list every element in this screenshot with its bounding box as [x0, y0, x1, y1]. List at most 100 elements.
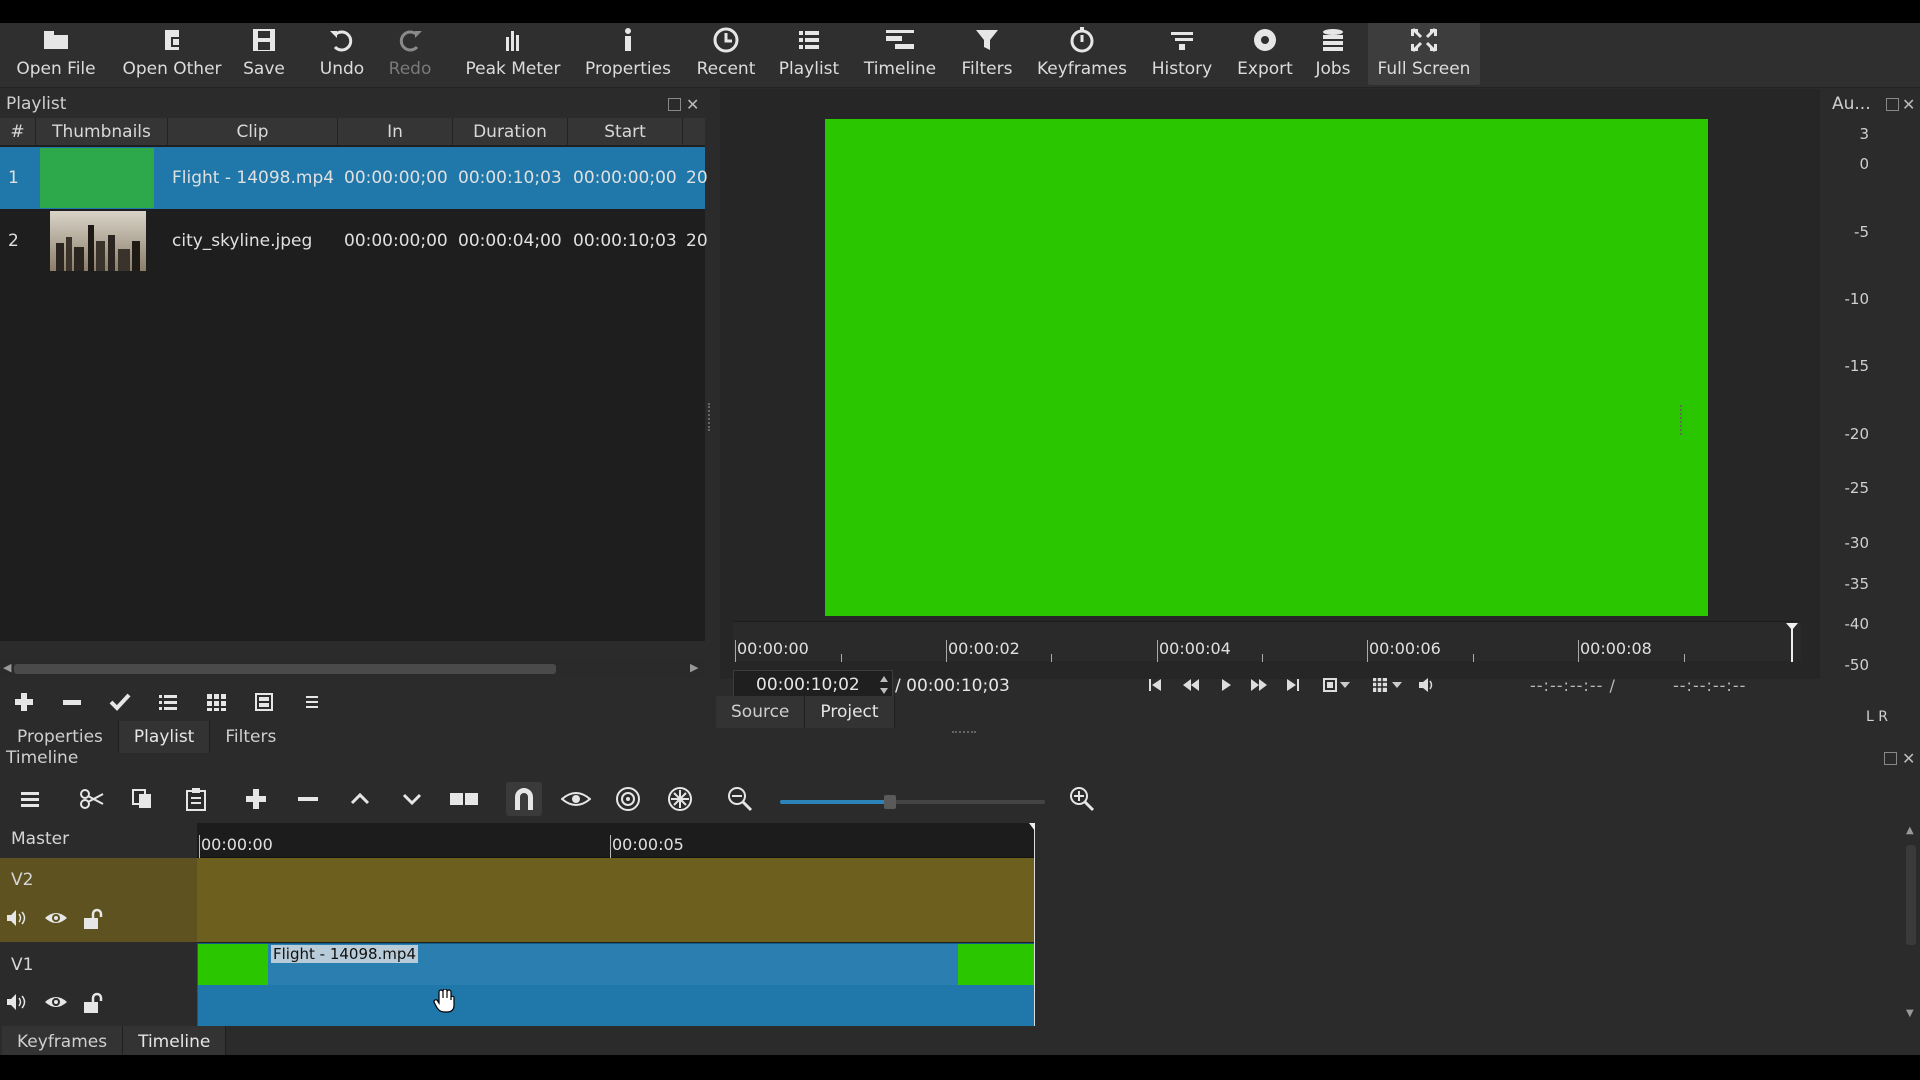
ripple-all-tracks-button[interactable]	[662, 782, 698, 816]
close-panel-icon[interactable]: ✕	[1902, 749, 1915, 768]
player-scrub-ruler[interactable]: 00:00:00 00:00:02 00:00:04 00:00:06 00:0…	[733, 621, 1801, 661]
zoom-out-button[interactable]	[722, 782, 758, 816]
details-view-button[interactable]	[144, 684, 192, 720]
timeline-ruler[interactable]: 00:00:00 00:00:05	[197, 823, 1035, 858]
lock-icon[interactable]	[82, 992, 104, 1014]
tab-project[interactable]: Project	[804, 696, 894, 728]
skip-end-icon[interactable]	[1286, 678, 1300, 692]
ripple-delete-button[interactable]	[290, 782, 326, 816]
col-thumbnails[interactable]: Thumbnails	[36, 118, 168, 146]
keyframes-button[interactable]: Keyframes	[1034, 23, 1130, 85]
track-header-v1[interactable]: V1	[0, 943, 197, 1026]
timeline-clip-waveform[interactable]	[198, 985, 1034, 1026]
filters-button[interactable]: Filters	[956, 23, 1018, 85]
save-button[interactable]: Save	[238, 23, 290, 85]
col-duration[interactable]: Duration	[453, 118, 568, 146]
eye-icon[interactable]	[44, 992, 68, 1012]
undo-button[interactable]: Undo	[312, 23, 372, 85]
splitter-handle[interactable]	[1680, 405, 1684, 435]
row-in: 00:00:00;00	[344, 210, 448, 272]
track-v2[interactable]	[197, 858, 1035, 942]
lock-icon[interactable]	[82, 908, 104, 930]
scrub-button[interactable]	[558, 782, 594, 816]
timeline-empty-area[interactable]	[1035, 823, 1905, 1026]
lift-button[interactable]	[342, 782, 378, 816]
splitter-handle[interactable]	[952, 731, 976, 733]
chevron-down-icon[interactable]	[1392, 682, 1402, 690]
zoom-fit-icon[interactable]	[1322, 677, 1338, 693]
ripple-button[interactable]	[610, 782, 646, 816]
remove-button[interactable]	[48, 684, 96, 720]
full-screen-button[interactable]: Full Screen	[1368, 23, 1480, 85]
skip-start-icon[interactable]	[1148, 678, 1162, 692]
time-spinner-icon[interactable]	[878, 674, 890, 696]
close-panel-icon[interactable]: ✕	[686, 95, 699, 114]
track-header-v2[interactable]: V2	[0, 858, 197, 942]
track-header-master[interactable]: Master	[0, 823, 197, 858]
grid-overlay-icon[interactable]	[1372, 677, 1388, 693]
copy-button[interactable]	[124, 782, 160, 816]
playlist-menu-button[interactable]	[288, 684, 336, 720]
col-clip[interactable]: Clip	[168, 118, 338, 146]
player-playhead[interactable]	[1785, 622, 1799, 662]
redo-button[interactable]: Redo	[382, 23, 438, 85]
eye-icon[interactable]	[44, 908, 68, 928]
snap-button[interactable]	[506, 782, 542, 816]
zoom-in-button[interactable]	[1064, 782, 1100, 816]
overwrite-button[interactable]	[394, 782, 430, 816]
tab-timeline[interactable]: Timeline	[122, 1026, 226, 1055]
tab-source[interactable]: Source	[716, 696, 804, 728]
tab-keyframes[interactable]: Keyframes	[2, 1026, 122, 1055]
video-preview[interactable]	[825, 119, 1708, 616]
history-button[interactable]: History	[1146, 23, 1218, 85]
col-in[interactable]: In	[338, 118, 453, 146]
paste-button[interactable]	[178, 782, 214, 816]
scroll-up-icon[interactable]: ▲	[1906, 825, 1914, 836]
peak-meter-button[interactable]: Peak Meter	[458, 23, 568, 85]
split-button[interactable]	[446, 782, 482, 816]
cut-button[interactable]	[74, 782, 110, 816]
play-icon[interactable]	[1220, 678, 1232, 692]
playlist-horizontal-scrollbar[interactable]: ◀ ▶	[0, 661, 705, 677]
icons-view-button[interactable]	[240, 684, 288, 720]
append-button[interactable]	[238, 782, 274, 816]
undock-icon[interactable]	[1884, 752, 1897, 765]
timeline-button[interactable]: Timeline	[858, 23, 942, 85]
undock-icon[interactable]	[668, 98, 681, 111]
split-icon	[449, 788, 479, 810]
timeline-menu-button[interactable]	[12, 782, 48, 816]
mute-icon[interactable]	[6, 908, 30, 928]
properties-button[interactable]: Properties	[580, 23, 676, 85]
zoom-slider[interactable]	[780, 800, 1045, 804]
playlist-button[interactable]: Playlist	[772, 23, 846, 85]
update-button[interactable]	[96, 684, 144, 720]
playlist-row[interactable]: 1 Flight - 14098.mp4 00:00:00;00 00:00:1…	[0, 147, 705, 209]
rewind-icon[interactable]	[1182, 678, 1200, 692]
scrollbar-thumb[interactable]	[1906, 845, 1916, 945]
jobs-button[interactable]: Jobs	[1310, 23, 1356, 85]
scroll-left-icon[interactable]: ◀	[3, 661, 11, 674]
splitter-handle[interactable]	[708, 403, 712, 431]
add-button[interactable]	[0, 684, 48, 720]
open-other-button[interactable]: Open Other	[116, 23, 228, 85]
chevron-down-icon[interactable]	[1340, 682, 1350, 690]
open-file-button[interactable]: Open File	[10, 23, 102, 85]
recent-button[interactable]: Recent	[690, 23, 762, 85]
scrollbar-thumb[interactable]	[14, 664, 556, 674]
zoom-out-icon	[727, 786, 753, 812]
mute-icon[interactable]	[6, 992, 30, 1012]
timeline-vertical-scrollbar[interactable]: ▲ ▼	[1903, 823, 1920, 1026]
zoom-slider-handle[interactable]	[884, 795, 896, 809]
undock-icon[interactable]	[1886, 98, 1899, 111]
volume-icon[interactable]	[1418, 677, 1436, 693]
timeline-tracks[interactable]: 00:00:00 00:00:05 Flight - 14098.mp4	[197, 823, 1035, 1026]
col-start[interactable]: Start	[568, 118, 683, 146]
scroll-right-icon[interactable]: ▶	[690, 661, 698, 674]
tiles-view-button[interactable]	[192, 684, 240, 720]
scroll-down-icon[interactable]: ▼	[1906, 1008, 1914, 1019]
close-panel-icon[interactable]: ✕	[1902, 95, 1915, 114]
fast-forward-icon[interactable]	[1250, 678, 1268, 692]
playlist-row[interactable]: 2 city_skyline.jpeg 00:00:00;00 00:00:04…	[0, 210, 705, 272]
col-number[interactable]: #	[0, 118, 36, 146]
export-button[interactable]: Export	[1232, 23, 1298, 85]
